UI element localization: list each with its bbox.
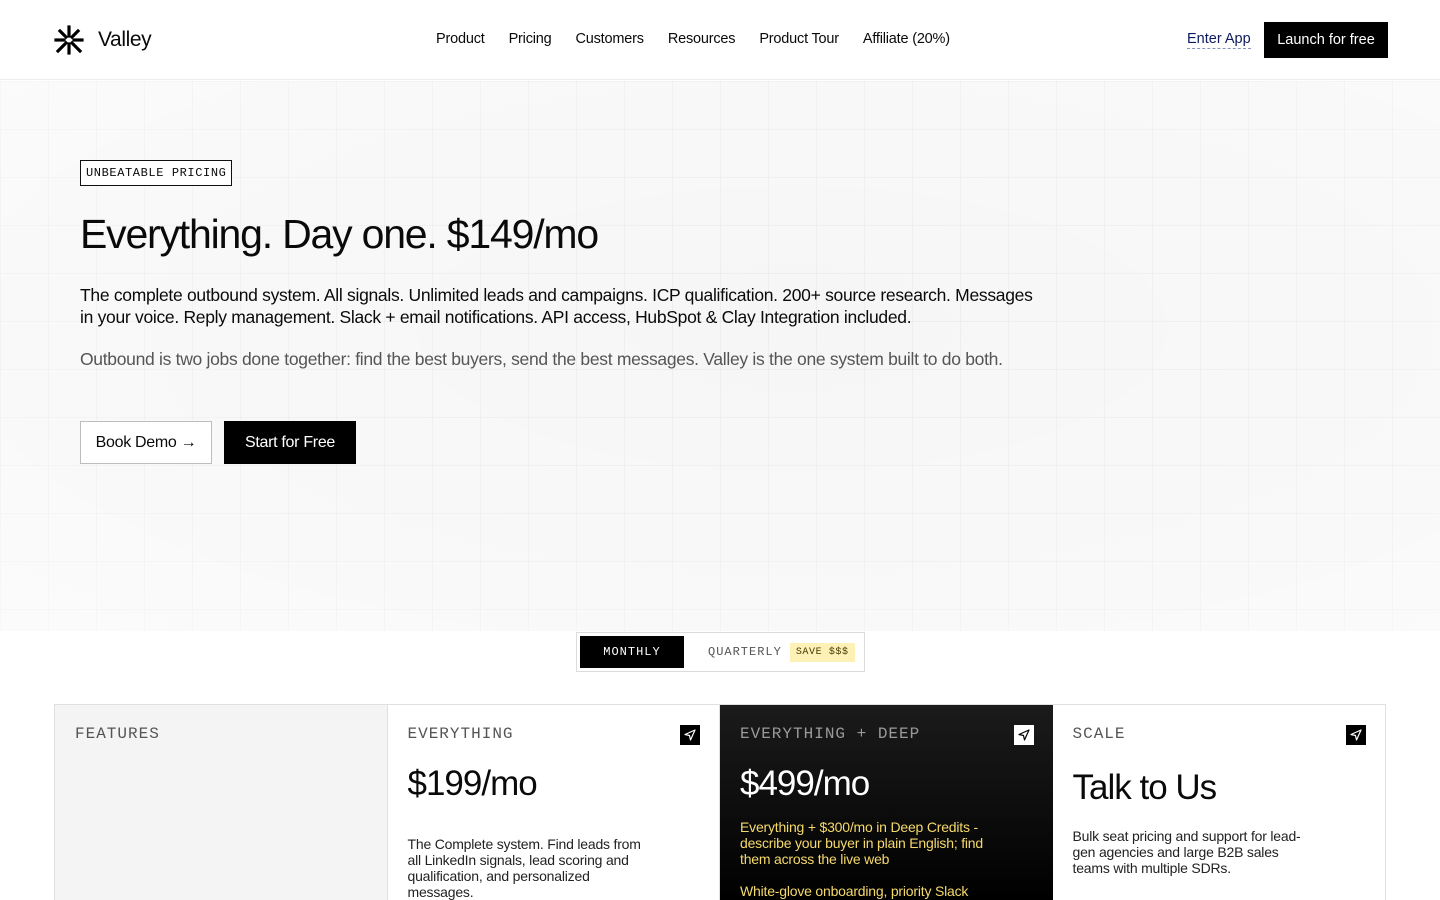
book-demo-button[interactable]: Book Demo → (80, 421, 212, 464)
plan-deep-highlight: Everything + $300/mo in Deep Credits - d… (740, 819, 983, 867)
site-header: Valley Product Pricing Customers Resourc… (0, 0, 1440, 80)
plan-deep-price: $499/mo (740, 764, 870, 803)
pricing-grid: FEATURES EVERYTHING $199/mo The Complete… (54, 704, 1386, 900)
save-badge: SAVE $$$ (789, 642, 855, 662)
nav-product[interactable]: Product (436, 31, 485, 47)
launch-for-free-button[interactable]: Launch for free (1264, 22, 1388, 58)
nav-product-tour[interactable]: Product Tour (759, 31, 839, 47)
plan-everything-price: $199/mo (407, 764, 538, 803)
features-column: FEATURES (55, 705, 388, 900)
nav-affiliate[interactable]: Affiliate (20%) (863, 31, 950, 47)
send-icon[interactable] (1013, 725, 1034, 745)
plan-everything-deep: EVERYTHING + DEEP $499/mo Everything + $… (720, 705, 1053, 900)
plan-scale-label: SCALE (1072, 725, 1126, 743)
send-icon[interactable] (680, 725, 700, 745)
hero-description: The complete outbound system. All signal… (80, 285, 1033, 327)
plan-deep-highlight-2: White-glove onboarding, priority Slack (740, 883, 969, 899)
enter-app-link[interactable]: Enter App (1187, 31, 1251, 49)
hero-section: UNBEATABLE PRICING Everything. Day one. … (0, 81, 1440, 631)
plan-deep-label: EVERYTHING + DEEP (740, 725, 921, 743)
send-icon[interactable] (1346, 725, 1366, 745)
plan-everything-label: EVERYTHING (407, 725, 514, 743)
pricing-badge: UNBEATABLE PRICING (80, 160, 233, 186)
plan-everything-description: The Complete system. Find leads from all… (407, 836, 641, 900)
plan-scale-description: Bulk seat pricing and support for lead-g… (1072, 828, 1301, 876)
hero-title: Everything. Day one. $149/mo (80, 211, 599, 257)
features-label: FEATURES (75, 725, 160, 743)
start-for-free-button[interactable]: Start for Free (224, 421, 356, 464)
nav-customers[interactable]: Customers (576, 31, 645, 47)
hero-subtext: Outbound is two jobs done together: find… (80, 349, 1003, 369)
main-nav: Product Pricing Customers Resources Prod… (436, 31, 950, 47)
valley-logo-icon (54, 25, 84, 55)
quarterly-option[interactable]: QUARTERLY SAVE $$$ (708, 642, 855, 662)
monthly-option[interactable]: MONTHLY (580, 636, 684, 668)
brand-name: Valley (98, 28, 152, 51)
brand-logo[interactable]: Valley (52, 24, 152, 56)
nav-resources[interactable]: Resources (668, 31, 736, 47)
plan-scale: SCALE Talk to Us Bulk seat pricing and s… (1052, 705, 1385, 900)
nav-pricing[interactable]: Pricing (509, 31, 552, 47)
plan-scale-title: Talk to Us (1072, 768, 1218, 807)
quarterly-label: QUARTERLY (708, 645, 782, 659)
plan-everything: EVERYTHING $199/mo The Complete system. … (387, 705, 720, 900)
billing-toggle: MONTHLY QUARTERLY SAVE $$$ (576, 632, 865, 672)
